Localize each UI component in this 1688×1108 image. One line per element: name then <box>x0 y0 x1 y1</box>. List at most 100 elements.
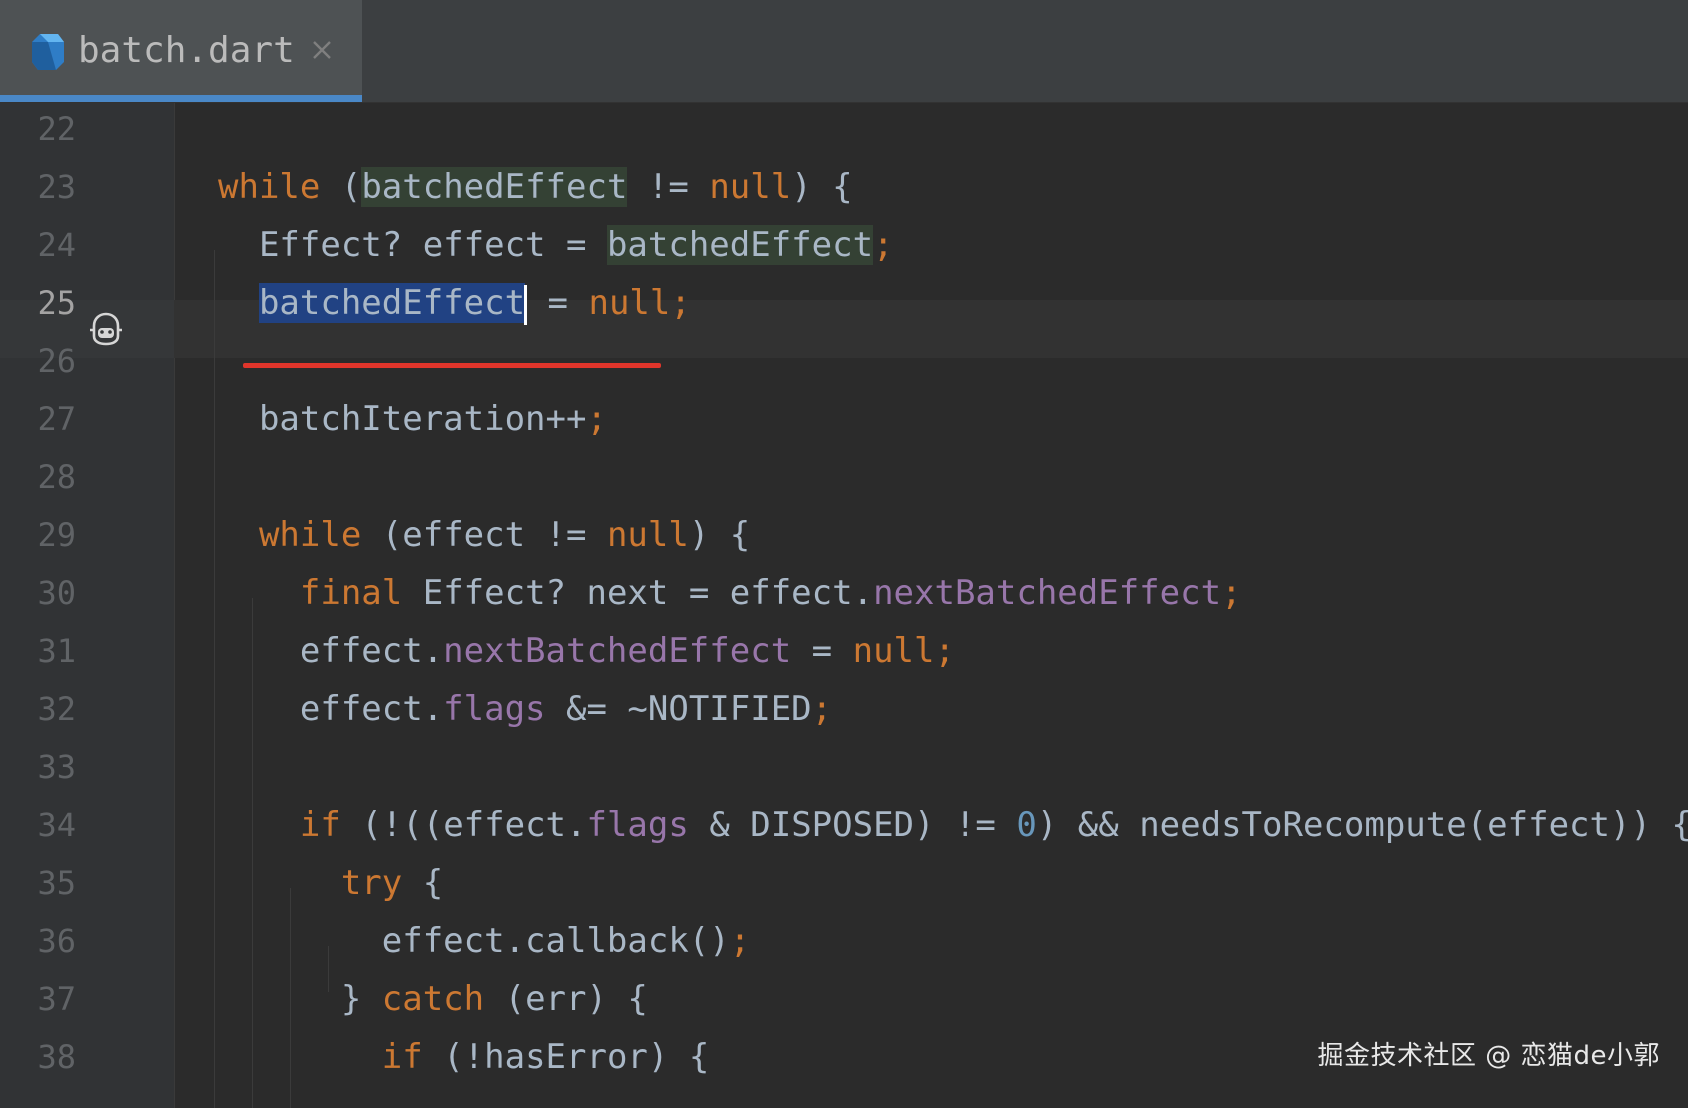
code-line[interactable]: 33 <box>0 738 1688 796</box>
line-number: 37 <box>37 980 76 1018</box>
code-text: effect.callback(); <box>218 912 750 970</box>
code-text: if (!hasError) { <box>218 1028 710 1086</box>
code-token: batchedEffect <box>606 225 874 265</box>
code-token: = <box>791 631 853 671</box>
code-token: final <box>299 573 403 613</box>
code-token: null <box>606 515 689 555</box>
code-line[interactable]: 27 batchIteration++; <box>0 390 1688 448</box>
code-token: effect. <box>218 689 444 729</box>
code-line[interactable]: 22 <box>0 100 1688 158</box>
code-token: while <box>218 167 321 207</box>
line-number: 23 <box>37 168 76 206</box>
close-icon[interactable] <box>310 38 334 62</box>
line-number: 34 <box>37 806 76 844</box>
line-number: 29 <box>37 516 76 554</box>
tab-label: batch.dart <box>78 30 295 71</box>
code-line[interactable]: 36 effect.callback(); <box>0 912 1688 970</box>
code-token: (!hasError) { <box>422 1037 710 1077</box>
code-text: try { <box>218 854 443 912</box>
code-token: while <box>258 515 362 555</box>
editor-tab-bar: batch.dart <box>0 0 1688 103</box>
code-line[interactable]: 26 <box>0 332 1688 390</box>
code-text: while (batchedEffect != null) { <box>218 158 853 216</box>
code-token: ( <box>320 167 362 207</box>
line-number: 35 <box>37 864 76 902</box>
code-token: = <box>527 283 589 323</box>
code-token: ; <box>934 631 955 671</box>
watermark: 掘金技术社区 @ 恋猫de小郭 <box>1317 1041 1660 1071</box>
line-number: 25 <box>37 284 76 322</box>
tab-batch-dart[interactable]: batch.dart <box>0 0 362 102</box>
code-token: != <box>627 167 710 207</box>
line-number: 30 <box>37 574 76 612</box>
code-line[interactable]: 35 try { <box>0 854 1688 912</box>
code-token: ; <box>811 689 833 729</box>
code-line[interactable]: 30 final Effect? next = effect.nextBatch… <box>0 564 1688 622</box>
active-tab-indicator <box>0 95 362 102</box>
line-number: 22 <box>37 110 76 148</box>
code-token: null <box>709 167 792 207</box>
code-token: ; <box>670 283 691 323</box>
code-token: null <box>852 631 935 671</box>
code-token: (err) { <box>484 979 648 1019</box>
code-token: if <box>381 1037 423 1077</box>
code-token: & DISPOSED) != <box>688 805 1017 845</box>
code-text: } catch (err) { <box>218 970 648 1028</box>
code-token: Effect? effect = <box>218 225 607 265</box>
code-text: batchedEffect = null; <box>218 274 691 332</box>
code-editor[interactable]: 21bool hasError = false;2223while (batch… <box>0 0 1688 1108</box>
code-line[interactable]: 32 effect.flags &= ~NOTIFIED; <box>0 680 1688 738</box>
code-token: try <box>340 863 403 903</box>
code-token: (effect != <box>361 515 607 555</box>
code-token: catch <box>381 979 485 1019</box>
code-text: Effect? effect = batchedEffect; <box>218 216 894 274</box>
copilot-icon[interactable] <box>86 310 126 348</box>
annotation-underline <box>243 363 661 368</box>
code-token: } <box>218 979 382 1019</box>
code-token: effect.callback() <box>218 921 730 961</box>
code-text: effect.nextBatchedEffect = null; <box>218 622 955 680</box>
line-number: 31 <box>37 632 76 670</box>
code-token: if <box>299 805 341 845</box>
code-token: flags <box>586 805 689 845</box>
code-line[interactable]: 34 if (!((effect.flags & DISPOSED) != 0)… <box>0 796 1688 854</box>
code-token: null <box>588 283 671 323</box>
code-token: batchedEffect <box>361 167 628 207</box>
code-text: while (effect != null) { <box>218 506 750 564</box>
line-number: 26 <box>37 342 76 380</box>
line-number: 24 <box>37 226 76 264</box>
line-number: 28 <box>37 458 76 496</box>
line-number: 33 <box>37 748 76 786</box>
line-number: 32 <box>37 690 76 728</box>
code-line[interactable]: 24 Effect? effect = batchedEffect; <box>0 216 1688 274</box>
code-token: Effect? next = effect. <box>402 573 874 613</box>
code-line[interactable]: 37 } catch (err) { <box>0 970 1688 1028</box>
code-token: ) { <box>791 167 853 207</box>
code-line[interactable]: 29 while (effect != null) { <box>0 506 1688 564</box>
code-line[interactable]: 28 <box>0 448 1688 506</box>
code-text: if (!((effect.flags & DISPOSED) != 0) &&… <box>218 796 1688 854</box>
code-line[interactable]: 25 batchedEffect = null; <box>0 274 1688 332</box>
code-text: effect.flags &= ~NOTIFIED; <box>218 680 832 738</box>
code-token: ; <box>729 921 751 961</box>
code-token: ) && needsToRecompute(effect)) { <box>1036 805 1688 845</box>
code-line[interactable]: 23 while (batchedEffect != null) { <box>0 158 1688 216</box>
code-token: ; <box>1221 573 1242 613</box>
code-token: ) { <box>688 515 751 555</box>
code-token: flags <box>443 689 546 729</box>
dart-file-icon <box>32 34 64 70</box>
code-token: effect. <box>218 631 444 671</box>
code-token: 0 <box>1016 805 1037 845</box>
code-token: ; <box>586 399 607 439</box>
line-number: 38 <box>37 1038 76 1076</box>
code-token: ; <box>873 225 894 265</box>
code-token: nextBatchedEffect <box>443 631 792 671</box>
code-token: batchIteration++ <box>218 399 587 439</box>
code-line[interactable]: 31 effect.nextBatchedEffect = null; <box>0 622 1688 680</box>
